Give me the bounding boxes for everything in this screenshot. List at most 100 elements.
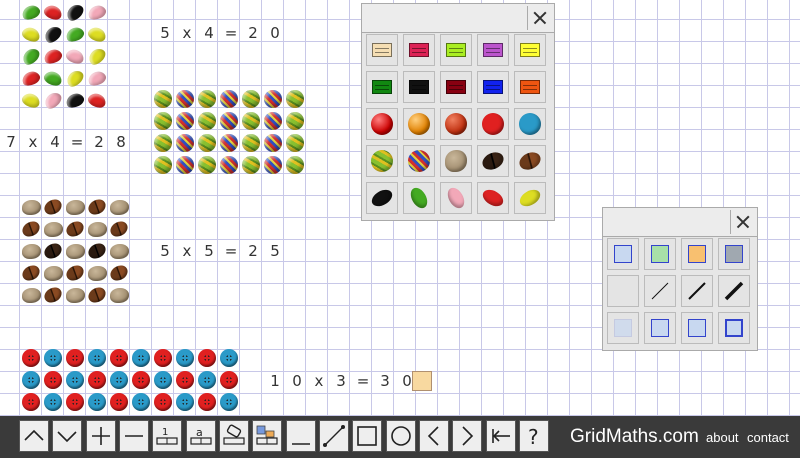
color-swatch-button[interactable] <box>403 34 435 66</box>
item-select-button[interactable] <box>403 182 435 214</box>
minus-icon[interactable] <box>119 420 149 452</box>
eq-digit[interactable]: 0 <box>286 372 308 390</box>
color-swatch-button[interactable] <box>440 34 472 66</box>
marble-array[interactable] <box>154 90 306 176</box>
fill-color-button[interactable] <box>681 238 713 270</box>
close-icon[interactable] <box>527 6 552 30</box>
answer-cursor-box[interactable] <box>412 371 432 391</box>
color-swatch-button[interactable] <box>514 34 546 66</box>
underline-icon[interactable] <box>286 420 316 452</box>
eq-digit[interactable]: 0 <box>264 24 286 42</box>
eq-digit[interactable]: 1 <box>264 372 286 390</box>
color-swatch-button[interactable] <box>477 71 509 103</box>
eq-equals[interactable]: = <box>220 24 242 42</box>
item-select-button[interactable] <box>514 108 546 140</box>
close-icon[interactable] <box>730 210 755 234</box>
eq-operator[interactable]: x <box>176 24 198 42</box>
eq-equals[interactable]: = <box>66 133 88 151</box>
marble-item <box>154 134 172 152</box>
item-select-button[interactable] <box>477 108 509 140</box>
shape-palette-titlebar[interactable] <box>603 208 757 237</box>
chevron-right-icon[interactable] <box>452 420 482 452</box>
button-item <box>176 349 194 367</box>
rectangle-tool-icon[interactable] <box>352 420 382 452</box>
item-palette-titlebar[interactable] <box>362 4 554 33</box>
item-select-button[interactable] <box>477 145 509 177</box>
line-weight-thin-button[interactable] <box>644 275 676 307</box>
item-select-button[interactable] <box>403 108 435 140</box>
button-item <box>88 349 106 367</box>
eq-digit[interactable]: 7 <box>0 133 22 151</box>
fill-color-button[interactable] <box>644 238 676 270</box>
circle-tool-icon[interactable] <box>386 420 416 452</box>
eq-digit[interactable]: 4 <box>198 24 220 42</box>
pebble-item <box>22 288 41 303</box>
chevron-down-icon[interactable] <box>52 420 82 452</box>
fill-color-button[interactable] <box>718 238 750 270</box>
jellybean-array[interactable] <box>20 1 108 112</box>
fill-color-button[interactable] <box>607 238 639 270</box>
number-tool-icon[interactable]: 1 <box>152 420 182 452</box>
color-swatch-button[interactable] <box>440 71 472 103</box>
item-select-button[interactable] <box>440 108 472 140</box>
item-select-button[interactable] <box>514 182 546 214</box>
plus-icon[interactable] <box>86 420 116 452</box>
bean-array[interactable] <box>19 196 131 306</box>
eq-digit[interactable]: 4 <box>44 133 66 151</box>
eq-operator[interactable]: x <box>308 372 330 390</box>
border-weight-button[interactable] <box>718 312 750 344</box>
item-select-button[interactable] <box>514 145 546 177</box>
eq-digit[interactable]: 2 <box>88 133 110 151</box>
eq-operator[interactable]: x <box>22 133 44 151</box>
eq-digit[interactable]: 2 <box>242 242 264 260</box>
text-tool-icon[interactable]: a <box>186 420 216 452</box>
backspace-icon[interactable] <box>486 420 516 452</box>
item-select-button[interactable] <box>440 145 472 177</box>
item-select-button[interactable] <box>366 145 398 177</box>
eq-digit[interactable]: 2 <box>242 24 264 42</box>
eraser-icon[interactable] <box>219 420 249 452</box>
line-weight-none-button[interactable] <box>607 275 639 307</box>
contact-link[interactable]: contact <box>747 430 789 445</box>
button-item <box>132 349 150 367</box>
item-select-button[interactable] <box>440 182 472 214</box>
eq-digit[interactable]: 5 <box>264 242 286 260</box>
item-select-button[interactable] <box>366 182 398 214</box>
eq-digit[interactable]: 3 <box>374 372 396 390</box>
eq-digit[interactable]: 3 <box>330 372 352 390</box>
button-item <box>198 371 216 389</box>
item-select-button[interactable] <box>403 145 435 177</box>
chevron-left-icon[interactable] <box>419 420 449 452</box>
button-item <box>132 371 150 389</box>
color-swatch-button[interactable] <box>366 34 398 66</box>
border-weight-button[interactable] <box>607 312 639 344</box>
marble-item <box>286 156 304 174</box>
button-item <box>66 371 84 389</box>
color-swatch-button[interactable] <box>366 71 398 103</box>
brand-logo[interactable]: GridMaths.com <box>570 426 699 448</box>
line-weight-thick-button[interactable] <box>718 275 750 307</box>
button-array[interactable] <box>22 349 240 413</box>
help-icon[interactable]: ? <box>519 420 549 452</box>
border-swatch-icon <box>688 319 706 337</box>
eq-digit[interactable]: 5 <box>154 242 176 260</box>
color-swatch-button[interactable] <box>514 71 546 103</box>
coffee-bean-item <box>19 218 43 240</box>
about-link[interactable]: about <box>706 430 739 445</box>
eq-digit[interactable]: 5 <box>198 242 220 260</box>
border-weight-button[interactable] <box>681 312 713 344</box>
palette-tool-icon[interactable] <box>252 420 282 452</box>
color-swatch-button[interactable] <box>403 71 435 103</box>
color-swatch-button[interactable] <box>477 34 509 66</box>
border-weight-button[interactable] <box>644 312 676 344</box>
eq-digit[interactable]: 8 <box>110 133 132 151</box>
line-tool-icon[interactable] <box>319 420 349 452</box>
eq-equals[interactable]: = <box>220 242 242 260</box>
eq-digit[interactable]: 5 <box>154 24 176 42</box>
line-weight-medium-button[interactable] <box>681 275 713 307</box>
item-select-button[interactable] <box>366 108 398 140</box>
chevron-up-icon[interactable] <box>19 420 49 452</box>
eq-operator[interactable]: x <box>176 242 198 260</box>
eq-equals[interactable]: = <box>352 372 374 390</box>
item-select-button[interactable] <box>477 182 509 214</box>
